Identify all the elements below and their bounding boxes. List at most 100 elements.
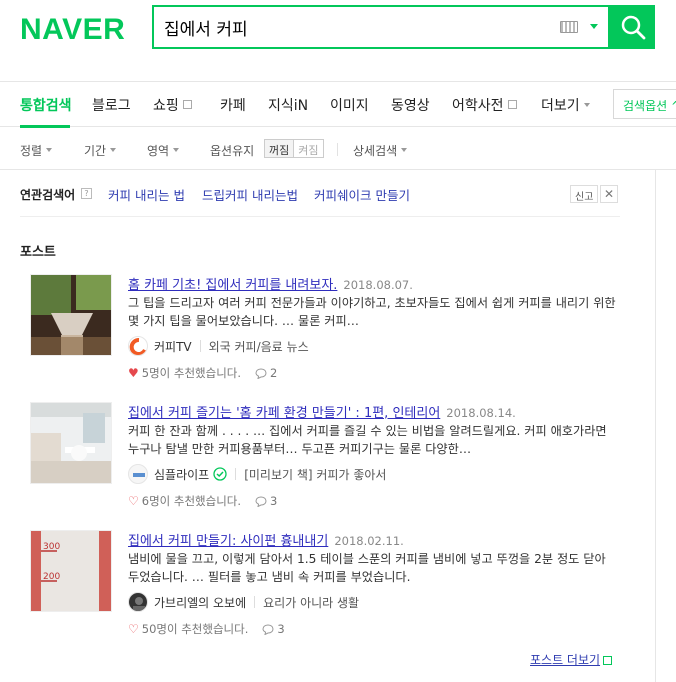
comment-icon bbox=[255, 495, 267, 507]
toggle-on-option[interactable]: 켜짐 bbox=[294, 140, 322, 157]
section-title: 포스트 bbox=[20, 245, 56, 260]
area-filter-label: 영역 bbox=[147, 144, 170, 158]
search-input[interactable] bbox=[164, 15, 544, 39]
search-box[interactable] bbox=[152, 5, 610, 49]
tab-blog[interactable]: 블로그 bbox=[92, 95, 131, 115]
post-thumbnail[interactable] bbox=[30, 274, 112, 356]
siphon-photo: 300 200 bbox=[31, 531, 111, 611]
post-thumbnail[interactable]: 300 200 bbox=[30, 530, 112, 612]
close-icon[interactable]: ✕ bbox=[600, 185, 618, 203]
related-searches: 연관검색어 ? 커피 내리는 법 드립커피 내리는법 커피쉐이크 만들기 신고 … bbox=[20, 185, 620, 217]
post-meta: ♥ 5명이 추천했습니다. 2 bbox=[128, 365, 277, 381]
likes-count: 50명이 추천했습니다. bbox=[141, 622, 249, 636]
related-link[interactable]: 커피쉐이크 만들기 bbox=[314, 185, 410, 204]
related-link[interactable]: 드립커피 내리는법 bbox=[202, 185, 298, 204]
tab-kin[interactable]: 지식iN bbox=[268, 95, 308, 115]
tab-image[interactable]: 이미지 bbox=[330, 95, 369, 115]
tab-dictionary[interactable]: 어학사전 bbox=[452, 95, 517, 115]
source-name[interactable]: 커피TV bbox=[154, 338, 192, 355]
caret-down-icon bbox=[401, 148, 408, 152]
source-name[interactable]: 가브리엘의 오보에 bbox=[154, 594, 246, 611]
tab-cafe[interactable]: 카페 bbox=[220, 95, 246, 115]
kitchen-photo bbox=[31, 403, 111, 483]
post-source: 가브리엘의 오보에 요리가 아니라 생활 bbox=[128, 592, 359, 612]
source-category[interactable]: [미리보기 책] 커피가 좋아서 bbox=[244, 466, 386, 483]
coffee-photo bbox=[31, 275, 111, 355]
tab-shopping[interactable]: 쇼핑 bbox=[153, 95, 192, 115]
plus-box-icon bbox=[603, 656, 613, 665]
more-posts-link[interactable]: 포스트 더보기 bbox=[530, 651, 613, 668]
area-filter[interactable]: 영역 bbox=[147, 142, 180, 159]
caret-down-icon bbox=[173, 148, 180, 152]
post-description: 그 팁을 드리고자 여러 커피 전문가들과 이야기하고, 초보자들도 집에서 쉽… bbox=[128, 296, 616, 328]
avatar[interactable] bbox=[128, 336, 148, 356]
sort-filter[interactable]: 정렬 bbox=[20, 142, 53, 159]
source-category[interactable]: 외국 커피/음료 뉴스 bbox=[209, 338, 309, 355]
post-title-link[interactable]: 집에서 커피 즐기는 '홈 카페 환경 만들기' : 1편, 인테리어 bbox=[128, 406, 440, 421]
post-title-link[interactable]: 홈 카페 기초! 집에서 커피를 내려보자. bbox=[128, 278, 337, 293]
divider bbox=[199, 340, 201, 352]
help-icon[interactable]: ? bbox=[81, 188, 92, 199]
post-date: 2018.08.14. bbox=[446, 406, 516, 420]
user-avatar-icon bbox=[133, 597, 145, 611]
post-meta: ♡ 50명이 추천했습니다. 3 bbox=[128, 621, 285, 637]
post-date: 2018.02.11. bbox=[334, 534, 404, 548]
related-link[interactable]: 커피 내리는 법 bbox=[108, 185, 185, 204]
post-title[interactable]: 집에서 커피 만들기: 사이펀 흉내내기 2018.02.11. bbox=[128, 530, 404, 549]
post-meta: ♡ 6명이 추천했습니다. 3 bbox=[128, 493, 277, 509]
naver-logo[interactable]: NAVER bbox=[20, 13, 125, 47]
comments[interactable]: 2 bbox=[255, 366, 277, 380]
source-name[interactable]: 심플라이프 bbox=[154, 466, 209, 483]
coffeetv-logo-icon bbox=[129, 338, 147, 355]
caret-down-icon bbox=[46, 148, 53, 152]
comments[interactable]: 3 bbox=[255, 494, 277, 508]
comments-count: 2 bbox=[270, 366, 278, 380]
comment-icon bbox=[262, 623, 274, 635]
verified-check-icon bbox=[213, 467, 227, 481]
tab-all[interactable]: 통합검색 bbox=[20, 95, 72, 115]
external-icon bbox=[507, 100, 517, 109]
period-filter-label: 기간 bbox=[84, 144, 107, 158]
tab-more[interactable]: 더보기 bbox=[541, 95, 590, 115]
search-tabs: 통합검색 블로그 쇼핑 카페 지식iN 이미지 동영상 어학사전 더보기 검색옵… bbox=[0, 82, 676, 128]
keep-option-toggle[interactable]: 꺼짐 켜짐 bbox=[264, 139, 324, 158]
post-title[interactable]: 홈 카페 기초! 집에서 커피를 내려보자. 2018.08.07. bbox=[128, 274, 413, 293]
filter-bar: 정렬 기간 영역 옵션유지 꺼짐 켜짐 상세검색 bbox=[0, 128, 676, 170]
toggle-off-option[interactable]: 꺼짐 bbox=[265, 140, 295, 157]
post-thumbnail[interactable] bbox=[30, 402, 112, 484]
divider bbox=[655, 170, 656, 682]
avatar[interactable] bbox=[128, 464, 148, 484]
caret-down-icon bbox=[583, 103, 590, 107]
search-button[interactable] bbox=[610, 5, 655, 49]
period-filter[interactable]: 기간 bbox=[84, 142, 117, 159]
keyboard-icon[interactable] bbox=[560, 21, 578, 33]
sort-filter-label: 정렬 bbox=[20, 144, 43, 158]
tab-shopping-label: 쇼핑 bbox=[153, 98, 179, 114]
chevron-down-icon[interactable] bbox=[590, 24, 598, 29]
tab-video[interactable]: 동영상 bbox=[391, 95, 430, 115]
post-description: 커피 한 잔과 함께 . . . . … 집에서 커피를 즐길 수 있는 비법을… bbox=[128, 424, 607, 456]
report-button[interactable]: 신고 bbox=[570, 185, 599, 203]
heart-outline-icon[interactable]: ♡ bbox=[128, 494, 139, 508]
comments-count: 3 bbox=[277, 622, 285, 636]
detail-search-label: 상세검색 bbox=[353, 144, 398, 158]
detail-search-filter[interactable]: 상세검색 bbox=[353, 142, 408, 159]
related-title: 연관검색어 bbox=[20, 188, 76, 202]
comment-icon bbox=[255, 367, 267, 379]
post-title[interactable]: 집에서 커피 즐기는 '홈 카페 환경 만들기' : 1편, 인테리어 2018.… bbox=[128, 402, 516, 421]
comments[interactable]: 3 bbox=[262, 622, 285, 636]
post-title-link[interactable]: 집에서 커피 만들기: 사이펀 흉내내기 bbox=[128, 534, 328, 549]
source-category[interactable]: 요리가 아니라 생활 bbox=[263, 594, 359, 611]
external-icon bbox=[182, 100, 192, 109]
post-source: 커피TV 외국 커피/음료 뉴스 bbox=[128, 336, 309, 356]
tab-more-label: 더보기 bbox=[541, 98, 580, 114]
search-options-button[interactable]: 검색옵션 ^ bbox=[613, 89, 676, 119]
more-posts-label: 포스트 더보기 bbox=[530, 653, 601, 667]
likes-count: 6명이 추천했습니다. bbox=[141, 494, 242, 508]
avatar[interactable] bbox=[128, 592, 148, 612]
heart-outline-icon[interactable]: ♡ bbox=[128, 622, 139, 636]
caret-down-icon bbox=[110, 148, 117, 152]
search-icon bbox=[621, 15, 646, 40]
likes-count: 5명이 추천했습니다. bbox=[141, 366, 242, 380]
heart-icon[interactable]: ♥ bbox=[128, 366, 139, 380]
